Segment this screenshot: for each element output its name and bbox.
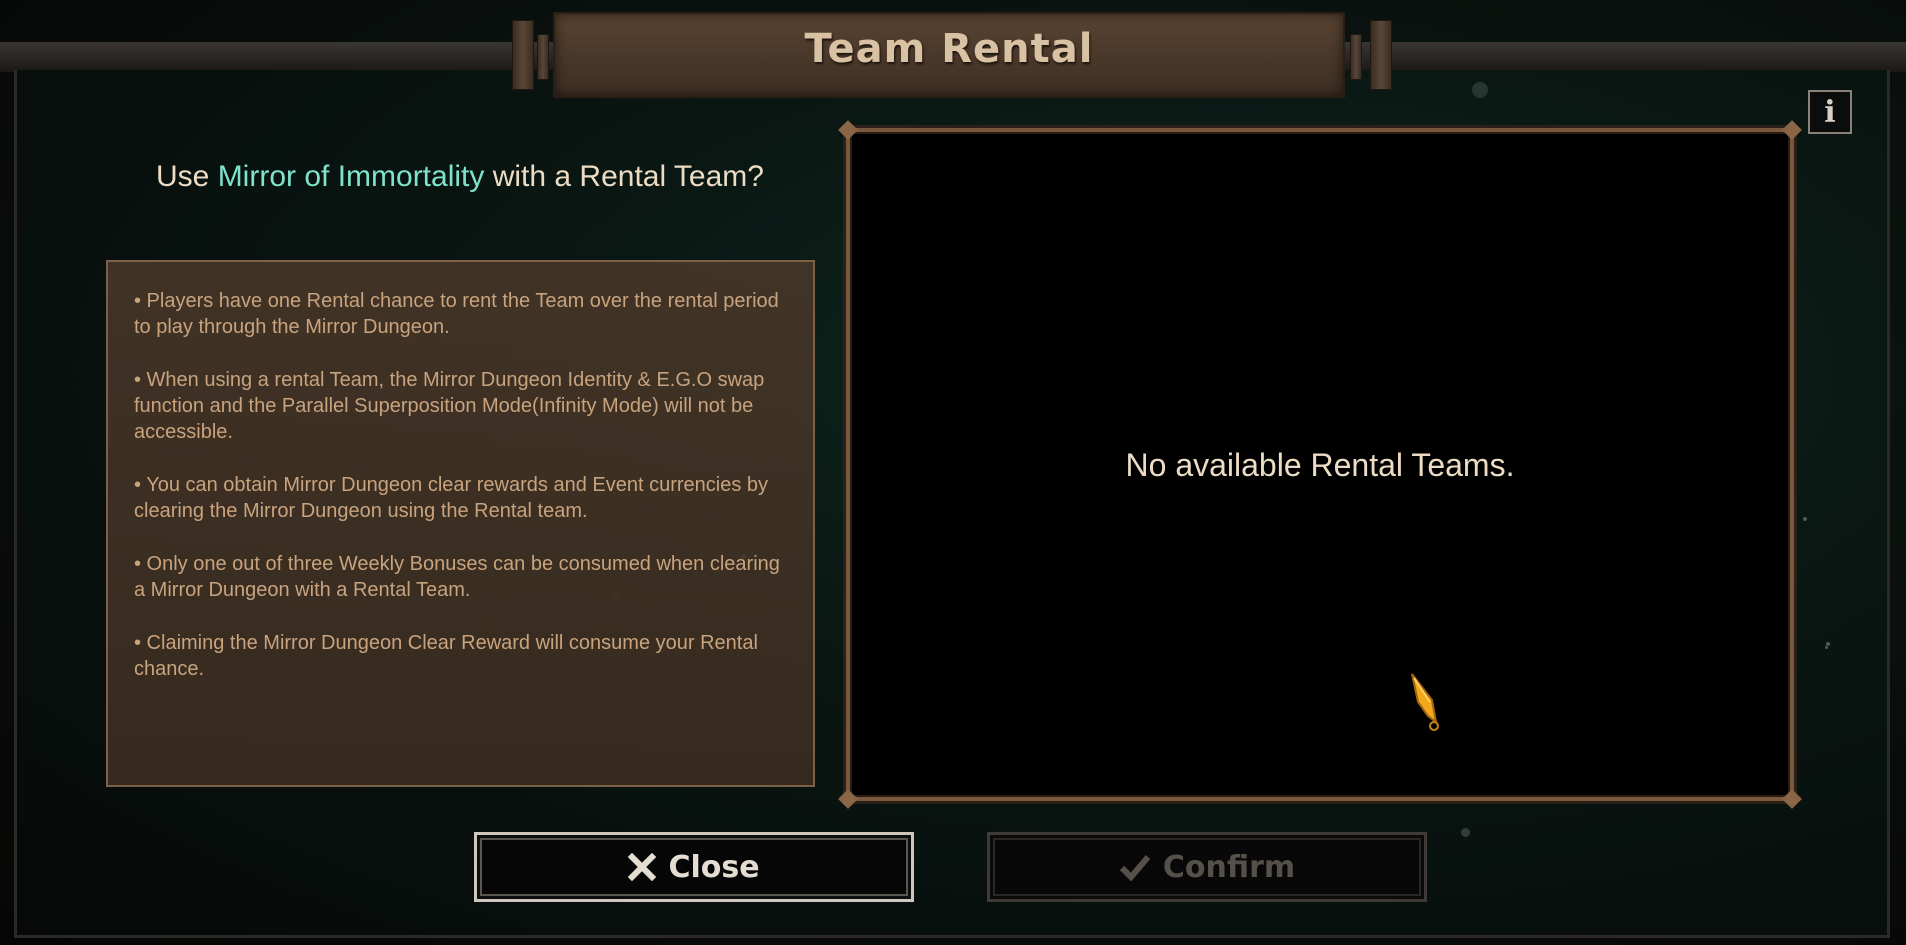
empty-teams-message: No available Rental Teams. bbox=[1125, 447, 1515, 483]
rental-teams-list[interactable]: No available Rental Teams. bbox=[838, 120, 1802, 809]
rule-item: • Claiming the Mirror Dungeon Clear Rewa… bbox=[134, 632, 758, 680]
info-icon: i bbox=[1824, 94, 1836, 130]
question-suffix: with a Rental Team? bbox=[484, 160, 764, 193]
plaque-bracket-left bbox=[512, 20, 534, 90]
rule-item: • You can obtain Mirror Dungeon clear re… bbox=[134, 474, 769, 522]
pen-cursor-icon bbox=[1411, 673, 1439, 731]
plaque-bracket-right-inner bbox=[1350, 34, 1362, 80]
dialog-title: Team Rental bbox=[804, 26, 1094, 72]
plaque-bracket-right bbox=[1370, 20, 1392, 90]
confirm-button[interactable]: Confirm bbox=[987, 832, 1427, 902]
info-button[interactable]: i bbox=[1808, 90, 1852, 134]
rental-question: Use Mirror of Immortality with a Rental … bbox=[106, 160, 814, 194]
confirm-label: Confirm bbox=[1162, 849, 1296, 885]
rule-item: • Only one out of three Weekly Bonuses c… bbox=[134, 553, 780, 601]
rental-rules-panel: • Players have one Rental chance to rent… bbox=[106, 260, 815, 787]
rule-item: • When using a rental Team, the Mirror D… bbox=[134, 369, 765, 443]
question-prefix: Use bbox=[156, 160, 218, 193]
close-button[interactable]: Close bbox=[474, 832, 914, 902]
question-highlight: Mirror of Immortality bbox=[217, 160, 485, 193]
x-icon bbox=[628, 853, 657, 881]
close-label: Close bbox=[668, 849, 760, 885]
dialog-frame: Team Rental i Use Mirror of Immortality … bbox=[0, 0, 1906, 945]
checkmark-icon bbox=[1119, 855, 1151, 881]
rule-item: • Players have one Rental chance to rent… bbox=[134, 290, 779, 338]
plaque-bracket-left-inner bbox=[537, 34, 549, 80]
